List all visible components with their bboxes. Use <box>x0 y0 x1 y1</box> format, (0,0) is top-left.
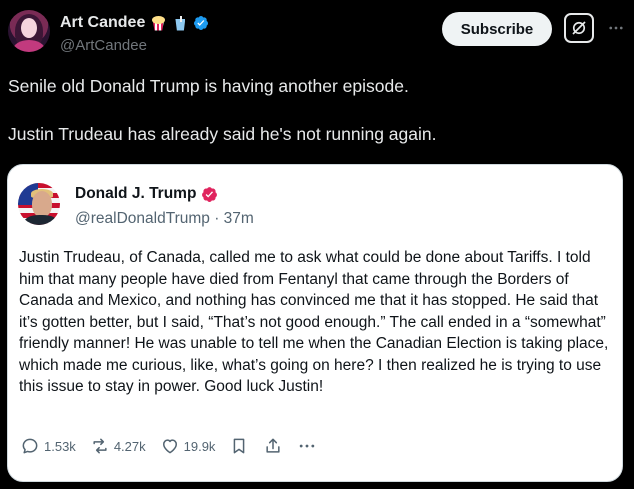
more-icon[interactable] <box>606 18 626 38</box>
like-button[interactable]: 19.9k <box>160 436 216 456</box>
popcorn-icon <box>149 14 167 32</box>
like-count: 19.9k <box>183 438 216 454</box>
reply-icon <box>22 438 38 454</box>
post-paragraph: Senile old Donald Trump is having anothe… <box>8 76 409 96</box>
repost-count: 4.27k <box>113 438 146 454</box>
more-icon <box>300 444 315 448</box>
like-icon <box>162 439 177 454</box>
quoted-author-handle-time[interactable]: @realDonaldTrump · 37m <box>75 210 254 228</box>
quoted-post-text: Justin Trudeau, of Canada, called me to … <box>19 249 609 395</box>
repost-icon <box>93 438 107 454</box>
quoted-author-avatar[interactable] <box>18 183 60 225</box>
verified-badge-icon <box>194 16 209 30</box>
post-header: Art Candee @ArtCandee Subscribe <box>8 10 626 58</box>
share-icon <box>266 438 281 453</box>
cup-icon <box>171 14 189 32</box>
quoted-post-actions: 1.53k 4.27k 19.9k <box>20 433 331 459</box>
author-handle[interactable]: @ArtCandee <box>60 37 147 54</box>
bookmark-button[interactable] <box>229 436 249 456</box>
bookmark-icon <box>234 438 245 454</box>
verified-badge-icon <box>202 186 218 202</box>
grok-icon[interactable] <box>564 13 594 43</box>
post-text: Senile old Donald Trump is having anothe… <box>8 74 618 146</box>
share-button[interactable] <box>263 436 283 456</box>
author-name-row: Art Candee <box>60 14 209 32</box>
reply-button[interactable]: 1.53k <box>20 436 76 456</box>
author-display-name[interactable]: Art Candee <box>60 14 145 32</box>
reply-count: 1.53k <box>44 438 76 454</box>
more-button[interactable] <box>297 436 317 456</box>
post-paragraph: Justin Trudeau has already said he's not… <box>8 124 437 144</box>
repost-button[interactable]: 4.27k <box>90 436 146 456</box>
author-avatar[interactable] <box>8 10 50 52</box>
subscribe-button[interactable]: Subscribe <box>442 12 552 46</box>
quoted-post-card[interactable]: Donald J. Trump @realDonaldTrump · 37m J… <box>7 164 623 482</box>
quoted-author-name-row: Donald J. Trump <box>75 185 218 203</box>
quoted-author-display-name[interactable]: Donald J. Trump <box>75 185 196 203</box>
